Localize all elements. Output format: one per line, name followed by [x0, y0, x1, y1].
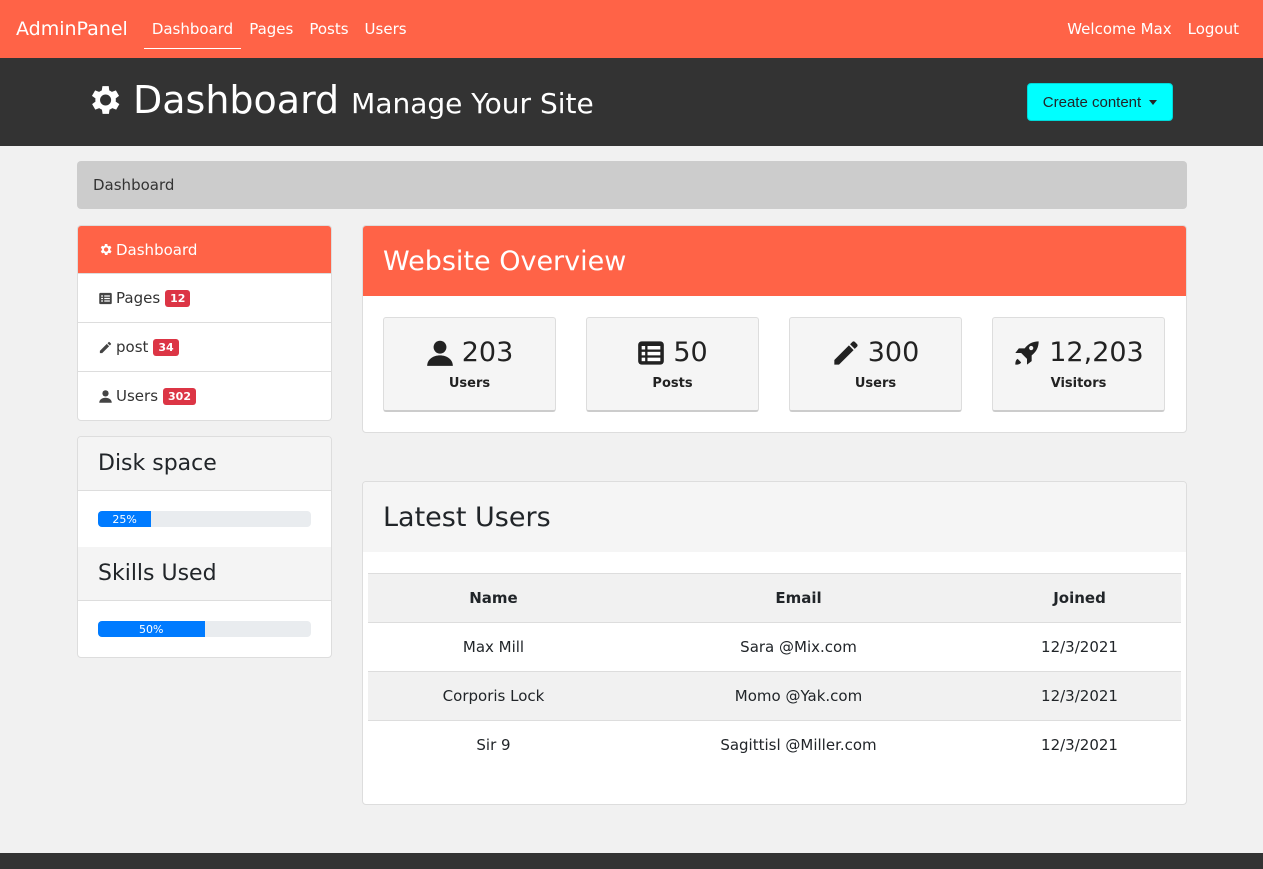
table-row: Corporis Lock Momo @Yak.com 12/3/2021 [368, 671, 1181, 721]
sidebar-item-users[interactable]: Users 302 [78, 371, 331, 420]
skills-used-body: 50% [78, 601, 331, 657]
disk-space-progress: 25% [98, 511, 311, 527]
column-header-email: Email [619, 573, 978, 623]
nav-link-pages[interactable]: Pages [241, 0, 301, 58]
nav-link-users[interactable]: Users [357, 0, 415, 58]
list-icon [98, 291, 113, 306]
cell-name: Sir 9 [368, 720, 619, 770]
cell-email: Sagittisl @Miller.com [619, 720, 978, 770]
gear-icon [98, 242, 113, 257]
nav-links: Dashboard Pages Posts Users [143, 0, 415, 58]
latest-users-card: Latest Users Name Email Joined Max Mill … [362, 481, 1187, 805]
table-row: Max Mill Sara @Mix.com 12/3/2021 [368, 622, 1181, 672]
count-badge: 302 [163, 387, 196, 405]
column-header-name: Name [368, 573, 619, 623]
rocket-icon [1013, 339, 1041, 367]
website-overview-card: Website Overview 203 Users 50 Posts 300 … [362, 225, 1187, 433]
nav-link-dashboard[interactable]: Dashboard [143, 0, 242, 58]
page-footer [0, 853, 1263, 869]
stat-users-secondary: 300 Users [789, 317, 962, 412]
overview-heading: Website Overview [363, 226, 1186, 296]
nav-link-posts[interactable]: Posts [301, 0, 356, 58]
users-table: Name Email Joined Max Mill Sara @Mix.com… [368, 573, 1181, 770]
sidebar-menu: Dashboard Pages 12 post 34 Users 302 [77, 225, 332, 421]
user-icon [426, 339, 454, 367]
count-badge: 12 [165, 289, 191, 307]
user-icon [98, 389, 113, 404]
breadcrumb-item: Dashboard [93, 176, 175, 194]
latest-users-heading: Latest Users [363, 482, 1186, 552]
stat-value: 300 [867, 337, 920, 368]
usage-card: Disk space 25% Skills Used 50% [77, 436, 332, 658]
stat-visitors: 12,203 Visitors [992, 317, 1165, 412]
logout-link[interactable]: Logout [1180, 20, 1247, 38]
create-content-label: Create content [1042, 93, 1142, 111]
stat-label: Users [854, 376, 897, 391]
stats-row: 203 Users 50 Posts 300 Users 12,203 Visi… [383, 317, 1166, 412]
stat-label: Users [448, 376, 491, 391]
disk-space-body: 25% [78, 491, 331, 547]
page-subtitle: Manage Your Site [351, 87, 594, 120]
sidebar-item-label: Dashboard [116, 240, 198, 259]
brand-link[interactable]: AdminPanel [16, 18, 128, 40]
top-navbar: AdminPanel Dashboard Pages Posts Users W… [0, 0, 1263, 58]
sidebar-item-dashboard[interactable]: Dashboard [78, 226, 331, 273]
cell-name: Max Mill [368, 622, 619, 672]
caret-down-icon [1149, 99, 1158, 105]
count-badge: 34 [153, 338, 179, 356]
sidebar-item-post[interactable]: post 34 [78, 322, 331, 371]
breadcrumb: Dashboard [77, 161, 1187, 209]
sidebar-item-label: Users [116, 387, 159, 405]
sidebar-item-pages[interactable]: Pages 12 [78, 273, 331, 322]
nav-right: Welcome Max Logout [1059, 20, 1247, 38]
table-header-row: Name Email Joined [368, 573, 1181, 623]
skills-used-progress: 50% [98, 621, 311, 637]
stat-value: 12,203 [1049, 337, 1144, 368]
create-content-button[interactable]: Create content [1027, 83, 1173, 121]
page-title: Dashboard Manage Your Site [85, 76, 594, 124]
sidebar-item-label: post [116, 338, 149, 356]
gear-icon [85, 81, 123, 119]
welcome-link[interactable]: Welcome Max [1059, 20, 1179, 38]
page-title-main: Dashboard [133, 78, 340, 122]
sidebar-item-label: Pages [116, 289, 161, 307]
stat-posts: 50 Posts [586, 317, 759, 412]
cell-joined: 12/3/2021 [978, 622, 1181, 672]
disk-space-heading: Disk space [78, 437, 331, 491]
cell-email: Sara @Mix.com [619, 622, 978, 672]
stat-value: 203 [461, 337, 514, 368]
cell-email: Momo @Yak.com [619, 671, 978, 721]
progress-fill: 50% [98, 621, 205, 637]
list-icon [637, 339, 665, 367]
progress-fill: 25% [98, 511, 152, 527]
table-row: Sir 9 Sagittisl @Miller.com 12/3/2021 [368, 720, 1181, 770]
stat-value: 50 [673, 337, 708, 368]
column-header-joined: Joined [978, 573, 1181, 623]
pencil-icon [98, 340, 113, 355]
cell-joined: 12/3/2021 [978, 671, 1181, 721]
cell-joined: 12/3/2021 [978, 720, 1181, 770]
skills-used-heading: Skills Used [78, 547, 331, 601]
stat-label: Posts [652, 376, 693, 391]
stat-users: 203 Users [383, 317, 556, 412]
page-header: Dashboard Manage Your Site Create conten… [0, 58, 1263, 146]
pencil-icon [832, 339, 860, 367]
stat-label: Visitors [1050, 376, 1107, 391]
cell-name: Corporis Lock [368, 671, 619, 721]
